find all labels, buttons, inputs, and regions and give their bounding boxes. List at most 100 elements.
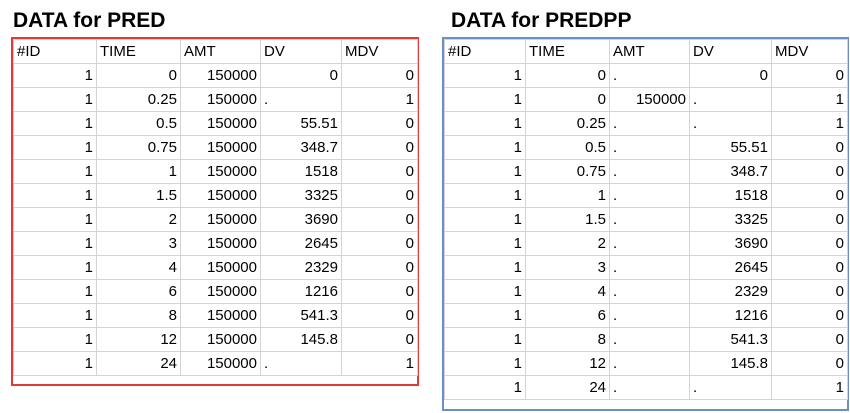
table-cell: 1 <box>444 351 526 376</box>
table-cell: 0 <box>341 183 418 208</box>
table-cell: . <box>609 327 690 352</box>
table-cell: 1 <box>771 87 848 112</box>
table-cell: 6 <box>525 303 610 328</box>
table-cell: 1 <box>13 135 97 160</box>
table-cell: 1 <box>444 159 526 184</box>
table-cell: 0 <box>771 279 848 304</box>
table-cell: 0 <box>771 351 848 376</box>
table-cell: 0 <box>771 183 848 208</box>
table-cell: 0 <box>525 87 610 112</box>
table-cell: 0 <box>341 303 418 328</box>
table-row: 10.00 <box>444 63 848 88</box>
table-cell: 1 <box>444 135 526 160</box>
table-cell: 1216 <box>260 279 342 304</box>
table-cell: 0 <box>96 63 181 88</box>
predpp-header-cell: MDV <box>771 39 848 64</box>
table-cell: 1 <box>13 327 97 352</box>
table-cell: 0 <box>771 327 848 352</box>
table-cell: 4 <box>525 279 610 304</box>
table-row: 1 24 150000. 1 <box>13 351 418 376</box>
pred-header-cell: AMT <box>180 39 261 64</box>
table-cell: 1 <box>13 183 97 208</box>
table-cell: 1 <box>13 111 97 136</box>
table-row: 1 4 150000 2329 0 <box>13 255 418 280</box>
table-row: 1 1 150000 1518 0 <box>13 159 418 184</box>
table-cell: 0 <box>341 279 418 304</box>
table-cell: 0 <box>689 63 772 88</box>
pred-header-cell: #ID <box>13 39 97 64</box>
table-cell: 3 <box>96 231 181 256</box>
table-row: 1 0.25.. 1 <box>444 111 848 136</box>
table-cell: 145.8 <box>689 351 772 376</box>
table-cell: 1 <box>13 279 97 304</box>
table-row: 1 12. 145.8 0 <box>444 351 848 376</box>
table-row: 1 8. 541.3 0 <box>444 327 848 352</box>
table-cell: 348.7 <box>260 135 342 160</box>
predpp-table-frame: #ID TIME AMT DV MDV 1 0. 0 0 1 0 150000. 1 1 0.25.. 1 1 0… <box>442 37 849 411</box>
table-cell: 1518 <box>689 183 772 208</box>
table-row: 1 0.5 150000 55.51 0 <box>13 111 418 136</box>
table-cell: 0 <box>771 231 848 256</box>
pred-table: #ID TIME AMT DV MDV 1 0 150000 0 0 1 0.25 150000. 1 1 0… <box>13 39 418 376</box>
table-row: 1 3 150000 2645 0 <box>13 231 418 256</box>
table-cell: 2329 <box>260 255 342 280</box>
table-row: 1 1. 1518 0 <box>444 183 848 208</box>
table-cell: 2645 <box>689 255 772 280</box>
table-row: 1 2. 3690 0 <box>444 231 848 256</box>
table-cell: 1 <box>444 183 526 208</box>
table-cell: 1 <box>444 207 526 232</box>
table-cell: . <box>260 351 342 376</box>
table-cell: 0 <box>341 231 418 256</box>
table-cell: 541.3 <box>260 303 342 328</box>
table-cell: 0.75 <box>525 159 610 184</box>
table-cell: 0 <box>341 255 418 280</box>
table-cell: 1 <box>13 207 97 232</box>
table-cell: 150000 <box>180 111 261 136</box>
table-cell: 1518 <box>260 159 342 184</box>
pred-header-cell: MDV <box>341 39 418 64</box>
predpp-header-row: #ID TIME AMT DV MDV <box>444 39 848 64</box>
table-cell: 0 <box>260 63 342 88</box>
table-cell: 1 <box>444 375 526 400</box>
table-cell: . <box>689 111 772 136</box>
table-cell: 1 <box>444 63 526 88</box>
pred-header-cell: DV <box>260 39 342 64</box>
table-cell: 1 <box>444 303 526 328</box>
pred-header-row: #ID TIME AMT DV MDV <box>13 39 418 64</box>
table-cell: 150000 <box>180 279 261 304</box>
table-cell: 150000 <box>180 255 261 280</box>
table-cell: 0.5 <box>96 111 181 136</box>
table-cell: 55.51 <box>689 135 772 160</box>
table-cell: 1 <box>13 255 97 280</box>
table-row: 1 1.5. 3325 0 <box>444 207 848 232</box>
table-row: 1 0.25 150000. 1 <box>13 87 418 112</box>
table-cell: 55.51 <box>260 111 342 136</box>
table-cell: . <box>609 375 690 400</box>
table-cell: 0 <box>771 159 848 184</box>
table-row: 1 0 150000. 1 <box>444 87 848 112</box>
table-row: 1 24.. 1 <box>444 375 848 400</box>
table-cell: 150000 <box>180 87 261 112</box>
table-cell: 1 <box>13 63 97 88</box>
predpp-title: DATA for PREDPP <box>451 9 632 32</box>
table-cell: 150000 <box>609 87 690 112</box>
table-cell: 3690 <box>260 207 342 232</box>
table-cell: 1 <box>525 183 610 208</box>
table-cell: 1 <box>444 279 526 304</box>
table-cell: 150000 <box>180 207 261 232</box>
table-cell: 1216 <box>689 303 772 328</box>
table-cell: 1 <box>771 111 848 136</box>
table-cell: 0 <box>771 207 848 232</box>
table-cell: 1 <box>341 351 418 376</box>
table-cell: 1 <box>771 375 848 400</box>
predpp-header-cell: #ID <box>444 39 526 64</box>
table-row: 1 3. 2645 0 <box>444 255 848 280</box>
table-row: 1 12 150000 145.8 0 <box>13 327 418 352</box>
table-cell: 2645 <box>260 231 342 256</box>
table-cell: 24 <box>96 351 181 376</box>
table-row: 1 0 150000 0 0 <box>13 63 418 88</box>
table-row: 1 0.75. 348.7 0 <box>444 159 848 184</box>
table-cell: . <box>609 207 690 232</box>
table-cell: 2 <box>96 207 181 232</box>
predpp-header-cell: TIME <box>525 39 610 64</box>
